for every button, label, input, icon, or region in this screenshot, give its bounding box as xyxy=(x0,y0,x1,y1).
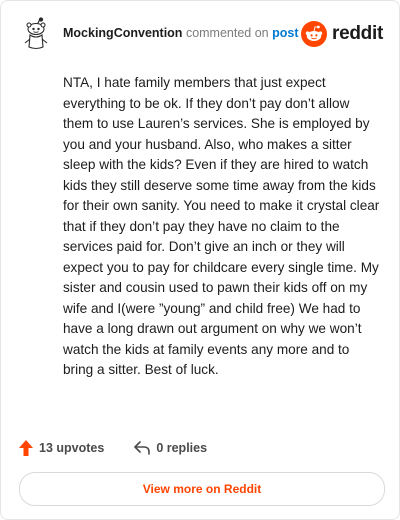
upvotes-count: 13 upvotes xyxy=(39,441,105,455)
view-more-button[interactable]: View more on Reddit xyxy=(19,472,385,506)
snoo-avatar-icon[interactable] xyxy=(19,17,53,51)
reddit-snoo-icon xyxy=(301,21,328,47)
upvote-arrow-icon xyxy=(19,440,33,456)
author-line: MockingConvention commented on post xyxy=(63,26,299,40)
post-link[interactable]: post xyxy=(272,26,298,40)
replies-count: 0 replies xyxy=(156,441,208,455)
reddit-brand[interactable]: reddit xyxy=(301,19,383,49)
comment-body: NTA, I hate family members that just exp… xyxy=(63,75,380,377)
action-text: commented on xyxy=(185,26,269,40)
author-name[interactable]: MockingConvention xyxy=(63,26,182,40)
comment-footer: 13 upvotes 0 replies xyxy=(19,438,207,458)
reply-arrow-icon xyxy=(134,441,151,455)
comment-card: MockingConvention commented on post redd… xyxy=(0,0,400,520)
comment-header: MockingConvention commented on post redd… xyxy=(17,17,383,51)
upvotes-stat[interactable]: 13 upvotes xyxy=(19,440,104,456)
reddit-wordmark: reddit xyxy=(332,23,383,44)
replies-stat[interactable]: 0 replies xyxy=(134,441,207,455)
